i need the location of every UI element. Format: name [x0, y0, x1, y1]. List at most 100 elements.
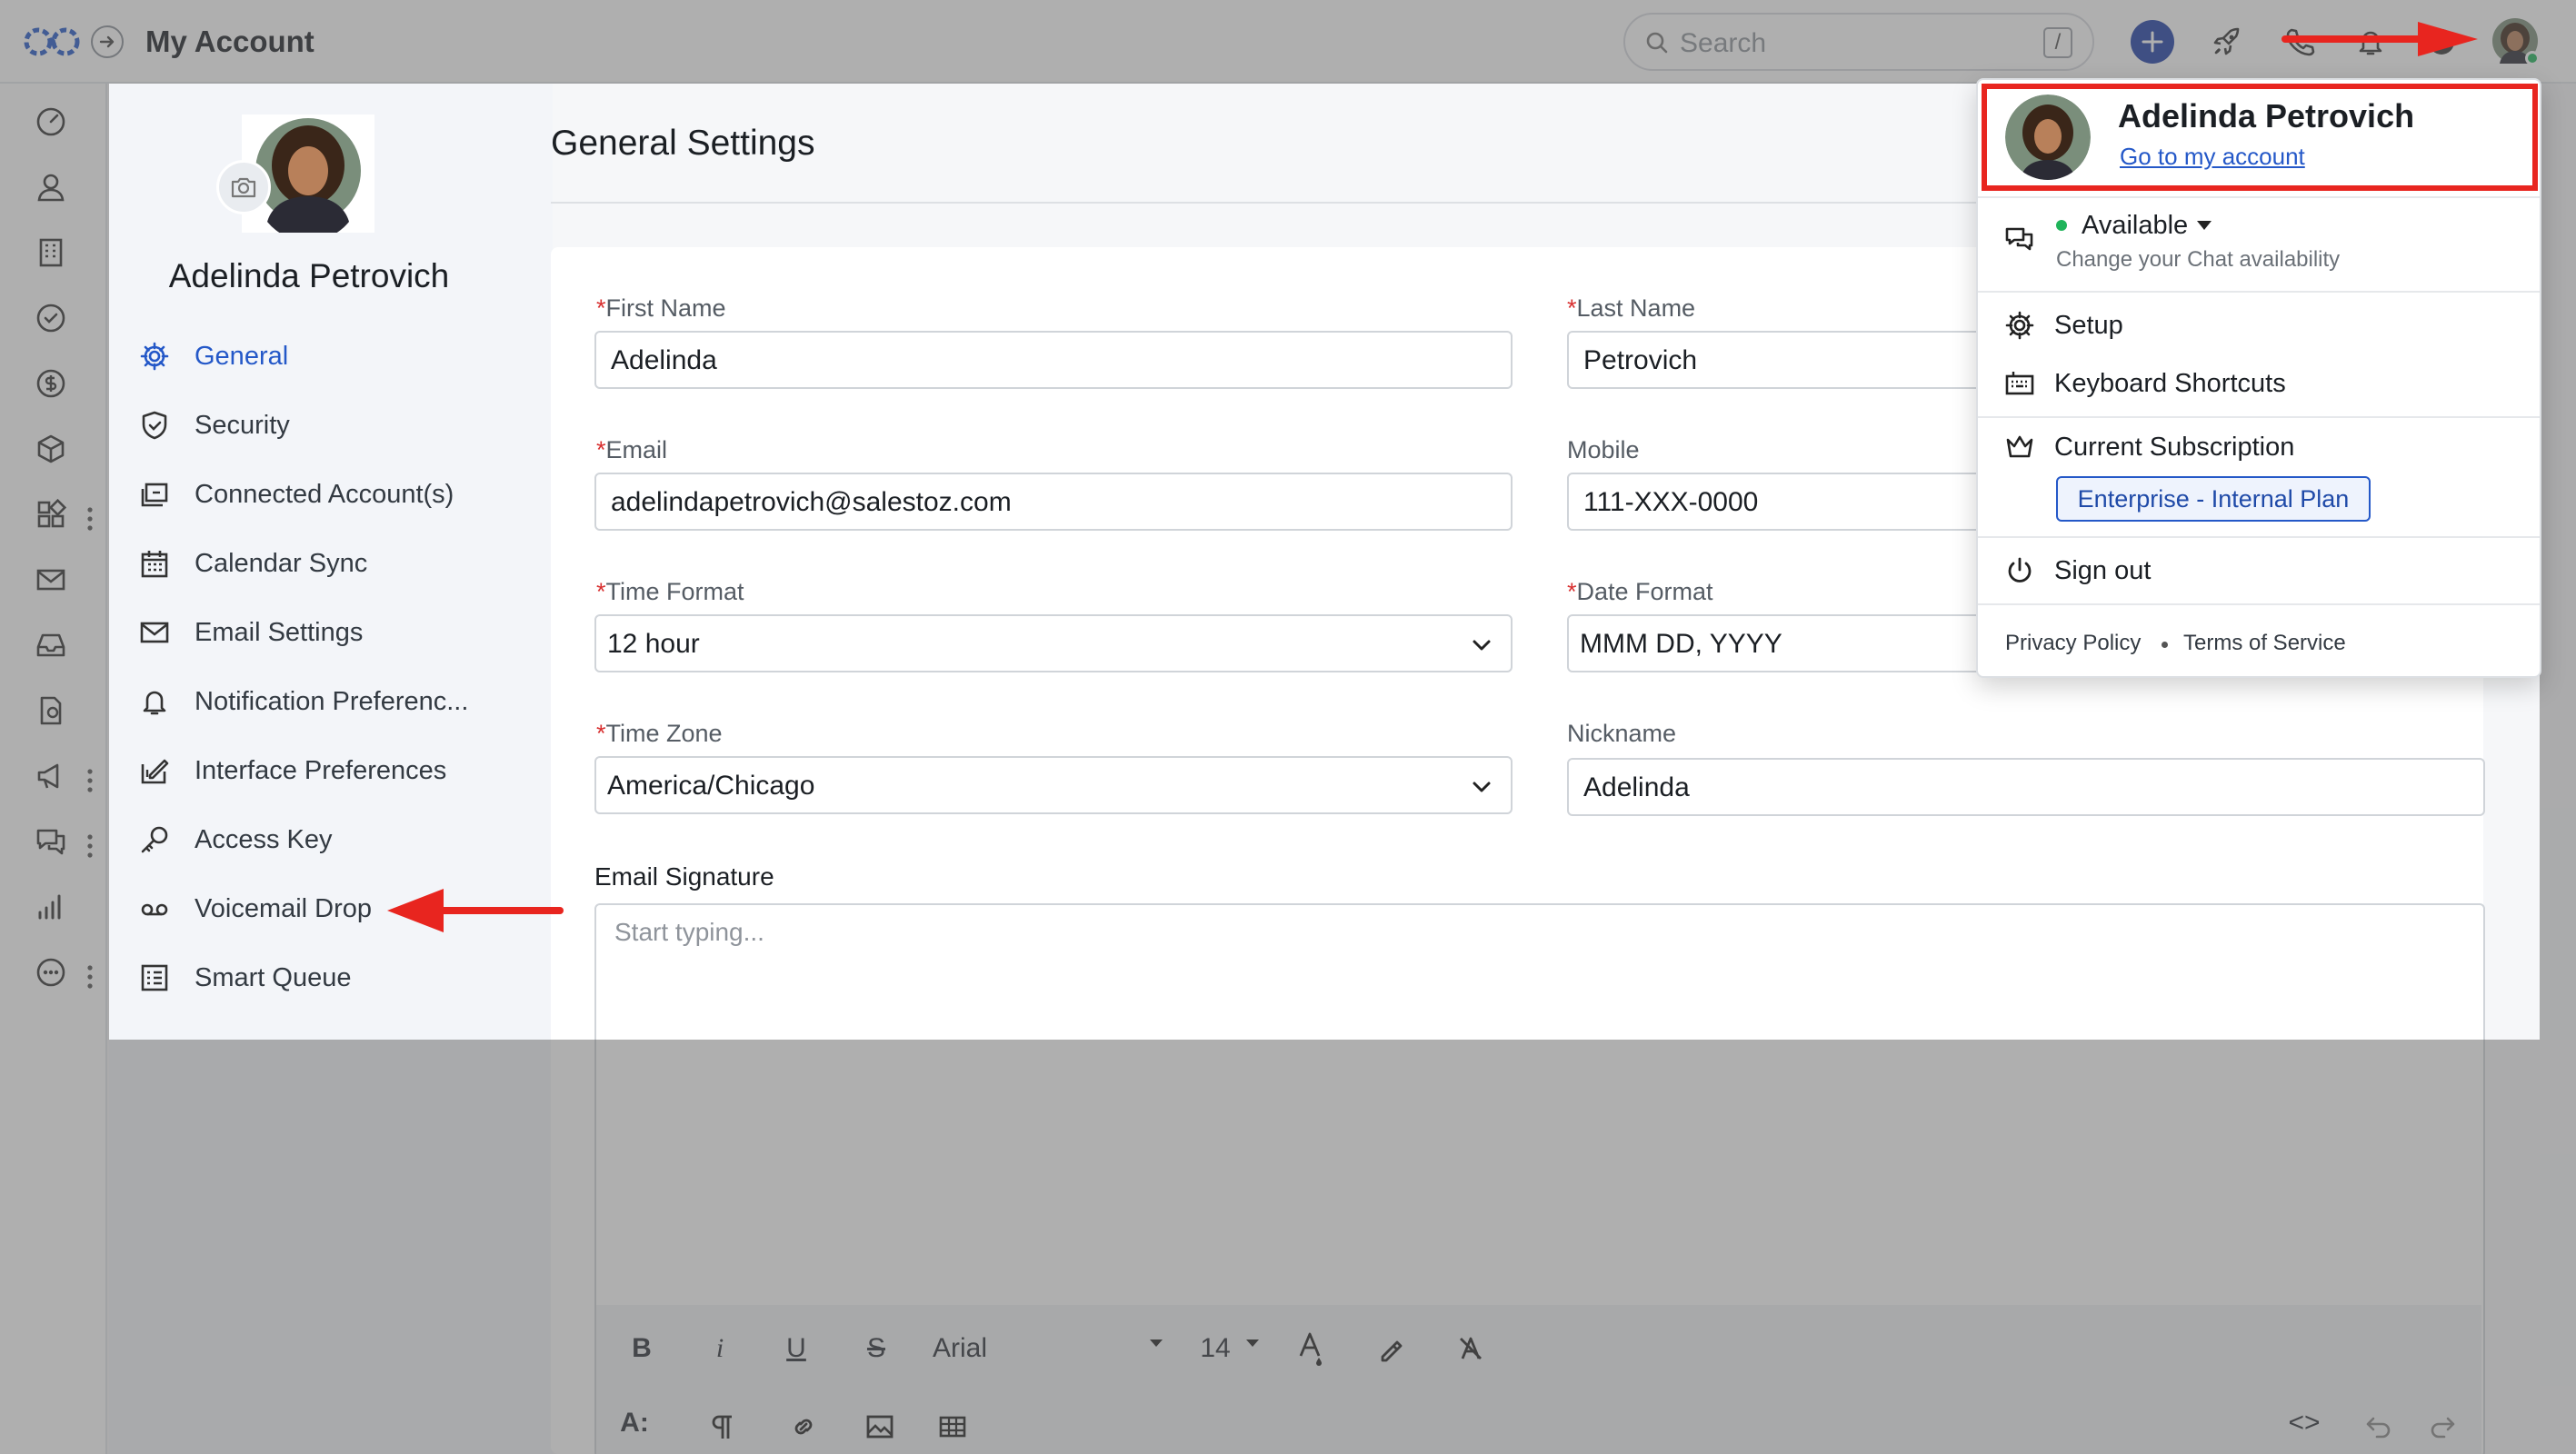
nav-label: Security — [195, 410, 290, 440]
first-name-field[interactable] — [594, 331, 1513, 389]
bell-icon — [136, 683, 173, 720]
dashboard-icon — [36, 107, 65, 136]
insert-image-button[interactable] — [860, 1405, 900, 1449]
nav-access-key[interactable]: Access Key — [136, 814, 518, 865]
nav-interface-preferences[interactable]: Interface Preferences — [136, 745, 518, 796]
italic-button[interactable]: i — [702, 1327, 738, 1370]
calendar-icon — [136, 545, 173, 582]
search-input[interactable] — [1680, 25, 2007, 62]
rail-apps[interactable] — [33, 496, 69, 533]
signature-textarea[interactable] — [614, 918, 2313, 1100]
caret-down-icon[interactable] — [2196, 220, 2212, 231]
rail-chat-more[interactable] — [85, 832, 95, 860]
rail-more[interactable] — [33, 954, 69, 991]
image-icon — [866, 1415, 894, 1439]
change-photo-button[interactable] — [216, 160, 271, 214]
plus-icon — [2142, 31, 2163, 53]
rail-contacts[interactable] — [33, 169, 69, 205]
nav-security[interactable]: Security — [136, 400, 518, 451]
nickname-input[interactable] — [1583, 769, 2407, 807]
highlight-box — [1982, 84, 2538, 191]
chat-icon — [36, 829, 65, 855]
rail-campaigns-more[interactable] — [85, 767, 95, 794]
undo-button[interactable] — [2358, 1405, 2398, 1449]
nav-general[interactable]: General — [136, 331, 518, 382]
gear-icon — [136, 338, 173, 374]
rail-more-options[interactable] — [85, 963, 95, 991]
rail-apps-more[interactable] — [85, 505, 95, 533]
highlighter-icon — [1381, 1340, 1403, 1362]
email-signature-label: Email Signature — [594, 862, 774, 891]
chat-availability-select[interactable]: Available — [2082, 209, 2188, 242]
rail-tasks[interactable] — [33, 300, 69, 336]
strikethrough-button[interactable]: S — [858, 1327, 894, 1370]
nickname-field[interactable] — [1567, 758, 2485, 816]
time-format-value[interactable] — [607, 625, 1431, 663]
text-color-button[interactable] — [1291, 1327, 1331, 1370]
user-avatar-button[interactable] — [2492, 18, 2540, 65]
font-family-select[interactable]: Arial — [933, 1327, 1169, 1370]
privacy-policy-link[interactable]: Privacy Policy — [2005, 629, 2141, 658]
menu-divider — [1978, 536, 2540, 538]
global-search[interactable]: / — [1623, 13, 2094, 71]
rail-email[interactable] — [33, 562, 69, 598]
nav-label: Email Settings — [195, 617, 364, 647]
contacts-icon — [37, 174, 65, 202]
nickname-label: Nickname — [1567, 720, 1677, 747]
source-code-button[interactable]: <> — [2281, 1401, 2327, 1445]
brand-logo[interactable] — [22, 22, 82, 62]
time-zone-select[interactable] — [594, 756, 1513, 814]
rocket-button[interactable] — [2209, 24, 2245, 60]
bold-button[interactable]: B — [624, 1327, 660, 1370]
paragraph-style-button[interactable]: A: — [609, 1401, 660, 1445]
sign-out-menu-item[interactable]: Sign out — [2054, 554, 2151, 587]
time-format-select[interactable] — [594, 614, 1513, 672]
keyboard-shortcuts-menu-item[interactable]: Keyboard Shortcuts — [2054, 367, 2286, 400]
envelope-icon — [136, 614, 173, 651]
chat-bubbles-icon — [2002, 222, 2038, 258]
nav-notification-preferences[interactable]: Notification Preferenc... — [136, 676, 518, 727]
online-status-dot — [2525, 51, 2540, 65]
create-new-button[interactable] — [2131, 20, 2174, 64]
clear-format-button[interactable] — [1451, 1327, 1491, 1370]
nav-label: Notification Preferenc... — [195, 686, 469, 716]
insert-link-button[interactable] — [784, 1405, 824, 1449]
nav-calendar-sync[interactable]: Calendar Sync — [136, 538, 518, 589]
setup-menu-item[interactable]: Setup — [2054, 309, 2123, 342]
insert-table-button[interactable] — [933, 1405, 973, 1449]
key-icon — [136, 822, 173, 858]
paragraph-format-button[interactable] — [704, 1405, 744, 1449]
rail-deals[interactable] — [33, 365, 69, 402]
campaigns-icon — [37, 763, 59, 789]
rail-accounts[interactable] — [33, 234, 69, 271]
underline-button[interactable]: U — [778, 1327, 814, 1370]
email-field[interactable] — [594, 473, 1513, 531]
rail-chat[interactable] — [33, 823, 69, 860]
rail-documents[interactable] — [33, 692, 69, 729]
profile-name: Adelinda Petrovich — [168, 257, 450, 294]
rail-reports[interactable] — [33, 889, 69, 925]
redo-button[interactable] — [2423, 1405, 2463, 1449]
kebab-icon — [87, 965, 93, 989]
email-input[interactable] — [611, 483, 1434, 522]
rail-inbox[interactable] — [33, 627, 69, 663]
nav-connected-accounts[interactable]: Connected Account(s) — [136, 469, 518, 520]
crown-icon — [2002, 429, 2038, 465]
expand-sidebar-button[interactable] — [91, 25, 124, 58]
rail-campaigns[interactable] — [33, 758, 69, 794]
nav-label: Smart Queue — [195, 962, 352, 992]
kebab-icon — [87, 507, 93, 531]
highlight-button[interactable] — [1371, 1327, 1411, 1370]
products-icon — [37, 434, 65, 463]
nav-email-settings[interactable]: Email Settings — [136, 607, 518, 658]
subscription-plan-badge[interactable]: Enterprise - Internal Plan — [2056, 476, 2371, 522]
gear-icon — [2002, 307, 2038, 344]
terms-of-service-link[interactable]: Terms of Service — [2183, 629, 2346, 658]
time-zone-value[interactable] — [607, 767, 1431, 805]
font-size-select[interactable]: 14 — [1193, 1327, 1238, 1370]
rail-dashboard[interactable] — [33, 104, 69, 140]
rail-products[interactable] — [33, 431, 69, 467]
first-name-input[interactable] — [611, 342, 1434, 380]
nav-smart-queue[interactable]: Smart Queue — [136, 952, 518, 1003]
nav-label: Calendar Sync — [195, 548, 368, 578]
